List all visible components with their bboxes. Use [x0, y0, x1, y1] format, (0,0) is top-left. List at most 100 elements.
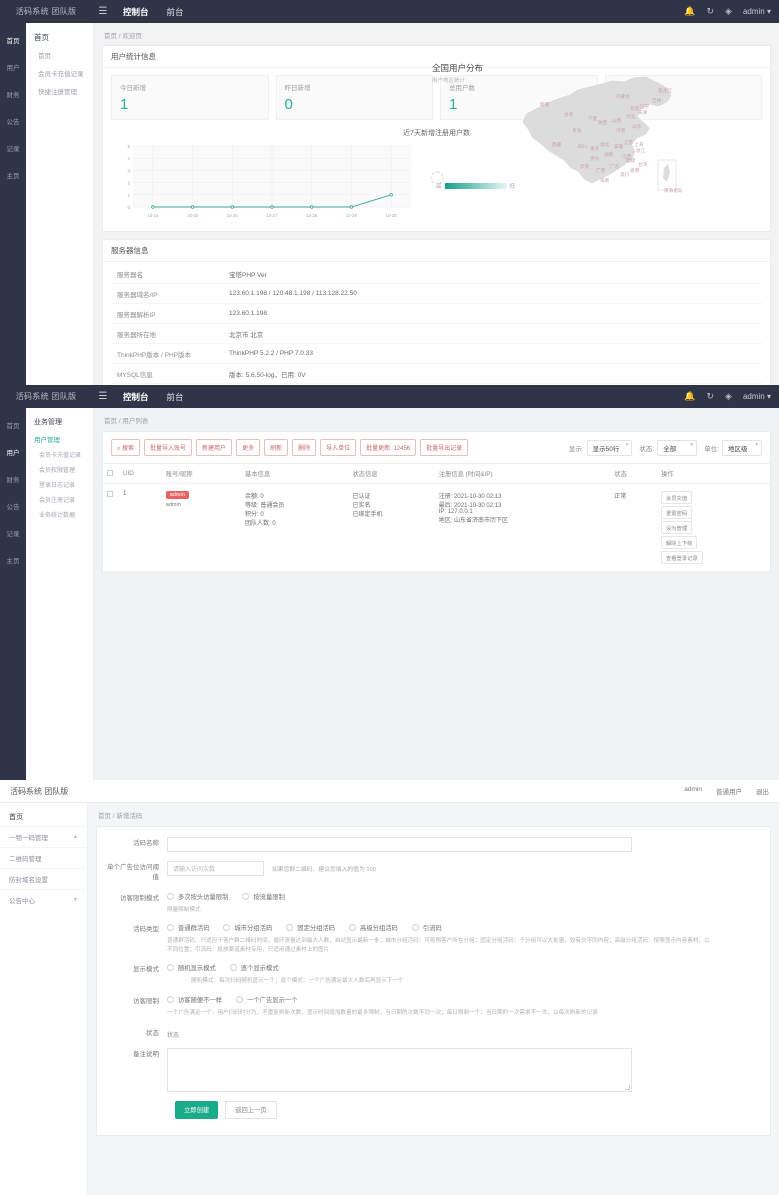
field-control: 多次按头访量限制 按流量限制 限量限制模式 [167, 892, 762, 915]
rail-item-users-2[interactable]: 用户 [0, 441, 26, 463]
radio-restrict-diff[interactable]: 访客随便不一样 [167, 995, 222, 1004]
radio-sequential-display[interactable]: 逐个显示模式 [229, 963, 279, 972]
submenu-item-card-recharge[interactable]: 会员卡充值记录 [26, 447, 93, 462]
rail-item-records-2[interactable]: 记录 [0, 522, 26, 544]
hamburger-icon-2[interactable]: ☰ [92, 391, 114, 402]
svg-text:10-25: 10-25 [187, 213, 199, 218]
submenu-item-business-stats[interactable]: 业务统计数据 [26, 507, 93, 522]
user-menu[interactable]: admin ▾ [743, 7, 771, 16]
radio-qrcode-type[interactable]: 固定分组活码 [286, 923, 335, 932]
toolbar-button[interactable]: 批量导出记录 [420, 439, 469, 456]
toolbar-button[interactable]: ⌕ 搜索 [111, 439, 141, 456]
submenu-item-onecode-mgmt[interactable]: 一物一码管理 ▲ [0, 826, 87, 847]
back-button[interactable]: 返回上一页 [225, 1100, 277, 1119]
radio-qrcode-type[interactable]: 城市分组活码 [223, 923, 272, 932]
bell-icon-2[interactable]: 🔔 [684, 391, 695, 402]
hamburger-icon[interactable]: ☰ [92, 6, 114, 17]
row-action-button[interactable]: 查看登录记录 [660, 551, 703, 564]
rail-item-home-2[interactable]: 首页 [0, 414, 26, 436]
nav-link-frontend-2[interactable]: 前台 [158, 391, 193, 403]
row-action-button[interactable]: 重置密码 [660, 506, 693, 519]
nav-link-frontend[interactable]: 前台 [158, 6, 193, 18]
qrcode-name-input[interactable] [167, 837, 632, 852]
server-info-key: 服务器解析IP [111, 303, 223, 324]
nav-link-console-2[interactable]: 控制台 [114, 391, 158, 403]
submenu-item-user-mgmt[interactable]: 用户管理 [26, 430, 93, 447]
radio-random-display[interactable]: 随机显示模式 [167, 963, 216, 972]
remark-textarea[interactable] [167, 1047, 632, 1092]
submenu-item-qrcode-mgmt[interactable]: 二维码管理 [0, 847, 87, 868]
radio-dot-icon [236, 996, 244, 1004]
nav-link-console[interactable]: 控制台 [114, 6, 158, 18]
link-user-type[interactable]: 普通用户 [716, 786, 742, 796]
bell-icon[interactable]: 🔔 [684, 6, 695, 17]
radio-dot-icon [167, 924, 174, 932]
link-admin[interactable]: admin [684, 786, 702, 796]
field-label: 活码类型 [133, 926, 159, 934]
field-label: 活码名称 [133, 840, 159, 847]
toolbar-button[interactable]: 导入单位 [320, 439, 357, 456]
filter-status-select[interactable]: 全部 [657, 439, 698, 456]
toolbar-button[interactable]: 新建用户 [196, 439, 233, 456]
rail-navigation: 首页 用户 财务 公告 记录 主页 [0, 23, 26, 385]
link-logout[interactable]: 退出 [756, 786, 769, 796]
filter-unit-select[interactable]: 地区级 [722, 439, 762, 456]
rail-item-finance-2[interactable]: 财务 [0, 468, 26, 490]
rail-item-records[interactable]: 记录 [0, 137, 26, 159]
create-button[interactable]: 立即创建 [175, 1100, 219, 1119]
refresh-icon-2[interactable]: ↻ [707, 391, 715, 402]
refresh-icon[interactable]: ↻ [707, 6, 715, 17]
row-checkbox[interactable] [107, 491, 113, 497]
rail-item-homepage[interactable]: 主页 [0, 164, 26, 186]
row-action-button[interactable]: 解除上下级 [660, 536, 698, 549]
radio-qrcode-type[interactable]: 普通群活码 [167, 923, 209, 932]
filter-display-label: 显示: [568, 445, 584, 453]
cell-basic-info: 余额: 0 等级: 普通会员 积分: 0 团队人数: 0 [241, 483, 349, 572]
radio-qrcode-type[interactable]: 引流码 [411, 923, 442, 932]
province-label: 天津 [638, 110, 648, 115]
submenu-item-login-logs[interactable]: 登录日志记录 [26, 477, 93, 492]
table-header-cell: 状态 [610, 463, 657, 484]
radio-restrict-one[interactable]: 一个广告显示一个 [236, 995, 297, 1004]
threshold-input[interactable]: 请输入访问次数 [167, 861, 264, 876]
toolbar-button[interactable]: 删除 [292, 439, 317, 456]
toolbar-button[interactable]: 批量导入账号 [144, 439, 193, 456]
province-label: 河南 [616, 128, 626, 133]
tag-icon[interactable]: ◈ [725, 6, 732, 17]
radio-visitor-flow[interactable]: 按流量限制 [242, 892, 285, 901]
server-info-row: ThinkPHP版本 / PHP版本 ThinkPHP 5.2.2 / PHP 7… [111, 343, 762, 364]
submenu-item-notice-center[interactable]: 公告中心 ▼ [0, 889, 87, 910]
submenu-item-antiban-domain[interactable]: 防封域名设置 [0, 868, 87, 889]
toolbar-button[interactable]: 批量更新: 12456 [360, 439, 417, 456]
row-action-button[interactable]: 会员充值 [660, 491, 693, 504]
radio-dot-icon [286, 924, 294, 932]
top-navigation-bar-2: 活码系统 团队版 ☰ 控制台 前台 🔔 ↻ ◈ admin ▾ [0, 385, 779, 408]
province-label: 澳门 [620, 172, 630, 177]
visitor-limit-desc: 限量限制模式 [167, 906, 201, 913]
china-user-distribution: 全国用户分布 用户地区统计 黑龙江 吉林 辽宁 内蒙古 北京 天津 河北 山西 山东 河南 陕西 宁夏… [432, 62, 682, 202]
rail-item-notice-2[interactable]: 公告 [0, 495, 26, 517]
toolbar-button[interactable]: 更多 [236, 439, 261, 456]
rail-item-users[interactable]: 用户 [0, 56, 26, 78]
rail-item-homepage-2[interactable]: 主页 [0, 549, 26, 571]
submenu-item-recharge-log[interactable]: 会员卡充值记录 [26, 64, 93, 82]
submenu-item-register-logs[interactable]: 会员注册记录 [26, 492, 93, 507]
rail-item-home[interactable]: 首页 [0, 29, 26, 51]
submenu-item-quick-register[interactable]: 快捷注册管理 [26, 82, 93, 100]
submenu-item-home[interactable]: 首页 [26, 46, 93, 64]
rail-item-notice[interactable]: 公告 [0, 110, 26, 132]
rail-item-finance[interactable]: 财务 [0, 83, 26, 105]
filter-display-select[interactable]: 显示50行 [586, 439, 633, 456]
tag-icon-2[interactable]: ◈ [725, 391, 732, 402]
radio-label: 多次按头访量限制 [178, 893, 229, 901]
row-action-button[interactable]: 设为管理 [660, 521, 693, 534]
toolbar-button[interactable]: 刷新 [264, 439, 289, 456]
select-all-checkbox[interactable] [107, 469, 113, 476]
radio-qrcode-type[interactable]: 高级分组活码 [349, 923, 398, 932]
user-menu-2[interactable]: admin ▾ [743, 392, 771, 401]
submenu-item-member-perms[interactable]: 会员权限管理 [26, 462, 93, 477]
radio-visitor-views[interactable]: 多次按头访量限制 [167, 892, 228, 901]
field-control: 状态 [167, 1027, 762, 1039]
china-map-shape[interactable]: 黑龙江 吉林 辽宁 内蒙古 北京 天津 河北 山西 山东 河南 陕西 宁夏 甘肃 青海 新疆 西藏 四川 重庆 湖北… [512, 72, 682, 198]
filter-controls: 显示: 显示50行 状态: 全部 单位: 地区级 [568, 439, 762, 456]
